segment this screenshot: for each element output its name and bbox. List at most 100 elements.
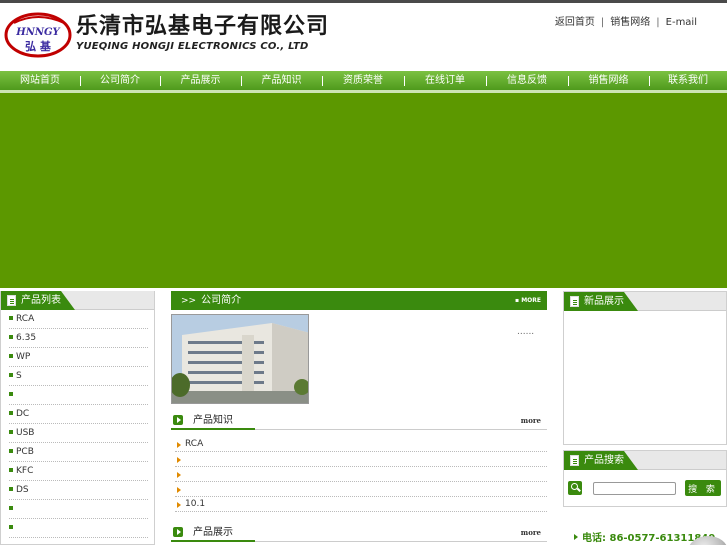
link-home[interactable]: 返回首页 [555,17,595,28]
new-products-body [564,311,726,444]
logo-text-top: HNNGY [15,27,60,38]
company-building-photo[interactable] [171,314,309,404]
nav-contact[interactable]: 联系我们 [649,71,727,90]
search-title: 产品搜索 [584,455,624,466]
search-header: 产品搜索 [564,451,726,470]
main-content: >> 公司简介 ▪ MORE ...... 产品知识 more RCA 10.1 产… [171,291,547,545]
main-nav: 网站首页 公司简介 产品展示 产品知识 资质荣誉 在线订单 信息反馈 销售网络 … [0,71,727,90]
company-name-cn: 乐清市弘基电子有限公司 [76,13,330,39]
search-button[interactable]: 搜 索 [685,480,721,496]
knowledge-more-link[interactable]: more [521,416,541,425]
document-icon [570,296,579,307]
product-list-item-label: PCB [16,447,34,457]
nav-about[interactable]: 公司简介 [80,71,160,90]
product-list-item[interactable]: S [9,367,148,386]
arrow-icon [177,502,181,508]
intro-text: ...... [517,327,535,337]
search-icon [568,481,582,495]
search-panel: 产品搜索 搜 索 [563,450,727,507]
nav-sales[interactable]: 销售网络 [568,71,649,90]
product-list-item[interactable]: 6.35 [9,329,148,348]
knowledge-list-item-label: 10.1 [185,499,206,509]
product-list-item[interactable]: RCA [9,310,148,329]
search-input[interactable] [593,482,676,495]
product-list-item[interactable] [9,386,148,405]
product-list-item-label: DC [16,409,30,419]
bullet-icon [9,486,13,491]
top-links: 返回首页 | 销售网络 | E-mail [554,17,697,28]
bullet-icon [9,524,13,529]
products-title: 产品展示 [193,527,233,538]
product-list-item-label: USB [16,428,35,438]
bullet-icon [9,467,13,472]
product-list-item[interactable]: KFC [9,462,148,481]
product-list-header: 产品列表 [1,291,154,310]
knowledge-list: RCA 10.1 [175,437,547,512]
product-list-item-label: DS [16,485,29,495]
bullet-icon [9,448,13,453]
knowledge-list-item[interactable] [175,467,547,482]
knowledge-title: 产品知识 [193,415,233,426]
bullet-icon [9,334,13,339]
nav-order[interactable]: 在线订单 [404,71,486,90]
new-products-panel: 新品展示 [563,291,727,445]
intro-header: >> 公司简介 ▪ MORE [171,291,547,310]
arrow-icon [177,487,181,493]
products-header: 产品展示 more [171,525,547,542]
arrow-icon [177,472,181,478]
product-list-title: 产品列表 [21,295,61,306]
play-icon [173,415,183,425]
link-sales-network[interactable]: 销售网络 [610,17,650,28]
new-products-header: 新品展示 [564,292,726,311]
product-list-panel: 产品列表 RCA 6.35 WP S DC USB PCB KFC DS [0,291,155,545]
intro-more-link[interactable]: ▪ MORE [515,291,541,310]
search-body: 搜 索 [564,470,726,506]
top-border [0,0,727,3]
bullet-icon [9,353,13,358]
knowledge-list-item[interactable]: 10.1 [175,497,547,512]
knowledge-list-item[interactable] [175,452,547,467]
product-list-item-label: 6.35 [16,333,37,343]
product-list-item[interactable]: DC [9,405,148,424]
link-email[interactable]: E-mail [666,17,697,28]
product-list-item[interactable]: WP [9,348,148,367]
nav-knowledge[interactable]: 产品知识 [241,71,322,90]
product-list-tab: 产品列表 [1,291,75,310]
right-sidebar: 新品展示 产品搜索 搜 索 电话: 86-0577-61311840 [563,291,727,545]
new-products-title: 新品展示 [584,296,624,307]
arrow-icon [177,442,181,448]
bullet-icon [9,429,13,434]
bullet-icon [9,505,13,510]
product-list-item[interactable] [9,500,148,519]
knowledge-list-item-label: RCA [185,439,204,449]
logo[interactable]: HNNGY 弘 基 [4,11,72,59]
arrow-icon [177,457,181,463]
product-list-item[interactable]: DS [9,481,148,500]
nav-home[interactable]: 网站首页 [0,71,80,90]
knowledge-list-item[interactable]: RCA [175,437,547,452]
products-more-link[interactable]: more [521,528,541,537]
product-list: RCA 6.35 WP S DC USB PCB KFC DS [1,310,154,538]
product-list-item[interactable] [9,519,148,538]
logo-text-bottom: 弘 基 [25,39,52,53]
nav-products[interactable]: 产品展示 [160,71,241,90]
nav-honors[interactable]: 资质荣誉 [322,71,404,90]
product-list-item-label: KFC [16,466,34,476]
product-list-item[interactable]: PCB [9,443,148,462]
document-icon [570,455,579,466]
product-list-item-label: WP [16,352,31,362]
knowledge-header: 产品知识 more [171,413,547,430]
arrow-icon [574,534,578,540]
bullet-icon [9,410,13,415]
product-list-item[interactable]: USB [9,424,148,443]
banner [0,93,727,288]
bullet-icon [9,391,13,396]
knowledge-list-item[interactable] [175,482,547,497]
double-arrow-icon: >> [181,296,197,306]
nav-feedback[interactable]: 信息反馈 [486,71,568,90]
company-name-en: YUEQING HONGJI ELECTRONICS CO., LTD [76,41,309,52]
product-list-item-label: RCA [16,314,35,324]
product-list-item-label: S [16,371,22,381]
bullet-icon [9,372,13,377]
bullet-icon [9,315,13,320]
